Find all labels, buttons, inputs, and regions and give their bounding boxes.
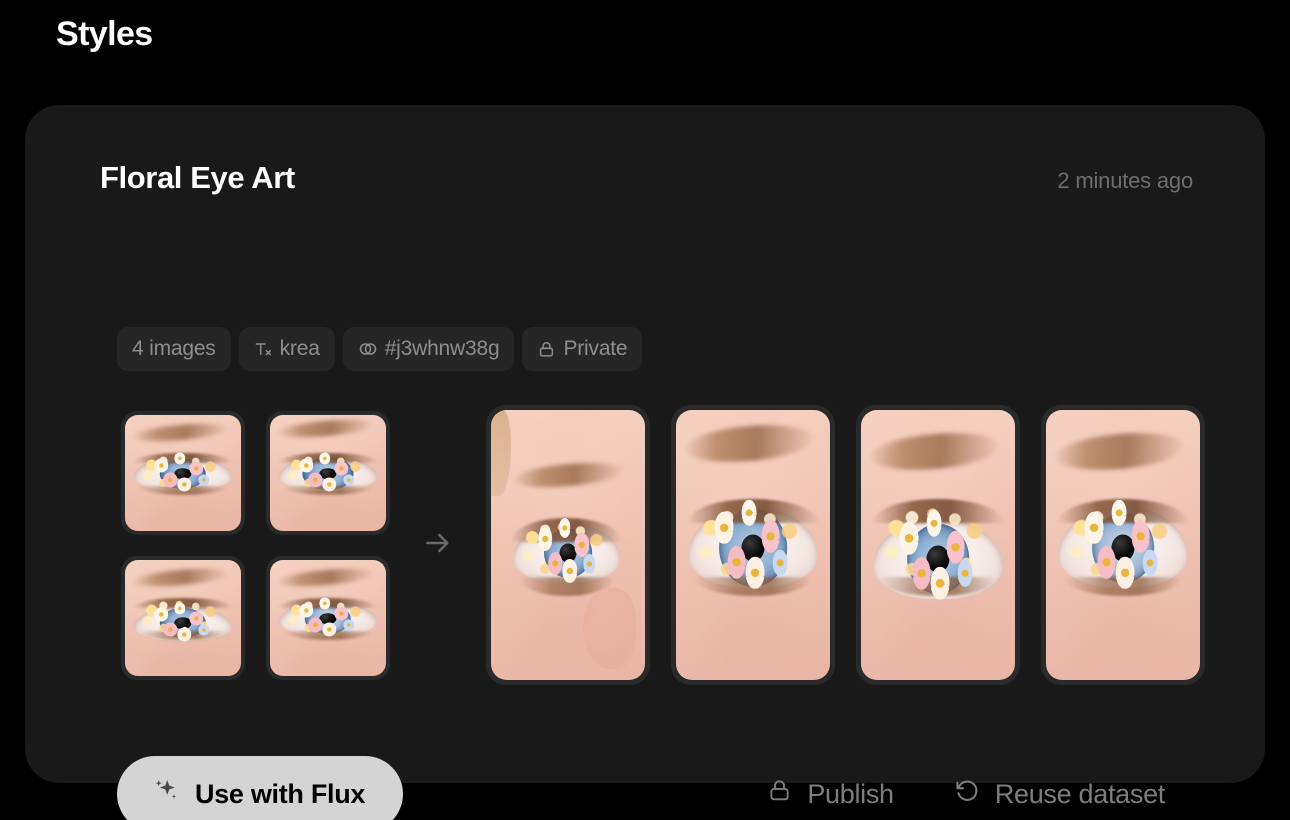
output-image-canvas <box>491 410 645 680</box>
publish-label: Publish <box>807 778 894 809</box>
badge-style-id-label: #j3whnw38g <box>384 337 500 360</box>
badge-image-count-label: 4 images <box>132 337 216 360</box>
page-title: Styles <box>56 15 153 53</box>
overlap-circles-icon <box>358 339 378 359</box>
arrow-separator <box>390 527 486 564</box>
sparkles-icon <box>151 776 181 813</box>
use-with-flux-button[interactable]: Use with Flux <box>117 756 404 820</box>
style-card: Floral Eye Art 2 minutes ago 4 images kr… <box>25 105 1265 820</box>
output-image[interactable] <box>1041 405 1205 685</box>
gallery <box>121 405 1205 685</box>
secondary-actions: Publish Reuse dataset <box>766 776 1193 812</box>
output-image-row <box>486 405 1205 685</box>
output-image[interactable] <box>671 405 835 685</box>
training-thumbnail[interactable] <box>121 410 245 535</box>
output-image[interactable] <box>856 405 1020 685</box>
reuse-dataset-label: Reuse dataset <box>994 778 1166 809</box>
training-thumbnail-image <box>125 559 241 676</box>
timestamp: 2 minutes ago <box>1057 168 1193 193</box>
action-bar: Use with Flux Publish Reuse dataset <box>117 756 1193 820</box>
badge-model-label: krea <box>279 337 320 360</box>
training-thumbnail-image <box>270 414 386 531</box>
badge-row: 4 images krea #j3whnw38g Private <box>117 327 643 371</box>
card-header: Floral Eye Art 2 minutes ago <box>100 160 1193 196</box>
badge-visibility: Private <box>522 327 643 371</box>
lock-icon <box>537 340 556 359</box>
training-thumbnail[interactable] <box>121 555 245 680</box>
output-image[interactable] <box>486 405 650 685</box>
badge-visibility-label: Private <box>563 337 628 360</box>
training-thumbnail-image <box>125 414 241 531</box>
badge-style-id: #j3whnw38g <box>342 327 515 371</box>
rotate-ccw-icon <box>952 776 981 812</box>
styles-page: Styles Floral Eye Art 2 minutes ago 4 im… <box>0 0 1290 820</box>
lock-icon <box>766 777 793 811</box>
training-thumbnail[interactable] <box>266 410 390 535</box>
output-image-canvas <box>1046 410 1200 680</box>
use-with-flux-label: Use with Flux <box>195 778 366 809</box>
badge-model: krea <box>238 327 335 371</box>
arrow-right-icon <box>422 527 454 564</box>
text-style-icon <box>254 340 273 359</box>
reuse-dataset-button[interactable]: Reuse dataset <box>952 776 1165 812</box>
output-image-canvas <box>861 410 1015 680</box>
style-name: Floral Eye Art <box>100 160 295 195</box>
training-thumbnail-image <box>270 559 386 676</box>
output-image-canvas <box>676 410 830 680</box>
badge-image-count: 4 images <box>117 327 231 371</box>
publish-button[interactable]: Publish <box>766 777 894 811</box>
training-thumbnail[interactable] <box>266 555 390 680</box>
training-image-grid <box>121 410 390 680</box>
